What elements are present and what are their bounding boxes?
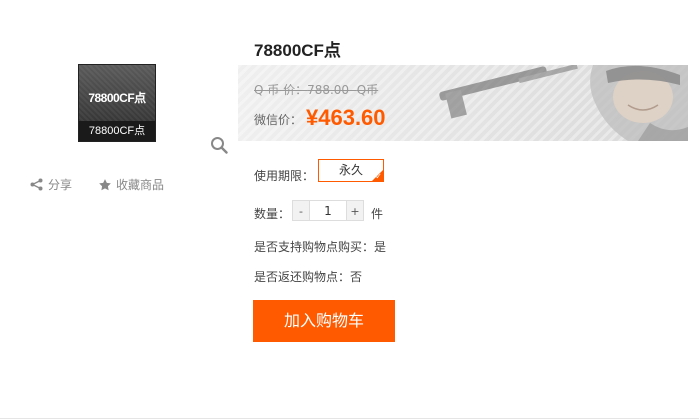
add-to-cart-button[interactable]: 加入购物车 xyxy=(253,300,395,342)
star-icon xyxy=(99,178,111,190)
product-thumbnail[interactable]: 78800CF点 78800CF点 xyxy=(78,64,156,142)
share-icon xyxy=(30,178,43,191)
favorite-button[interactable]: 收藏商品 xyxy=(98,176,164,193)
banner-artwork xyxy=(439,65,688,141)
period-label: 使用期限： xyxy=(254,169,315,183)
q-coin-price: Q 币 价：788.00 Q币 xyxy=(254,81,378,98)
quantity-minus-button[interactable]: - xyxy=(292,200,310,221)
quantity-unit: 件 xyxy=(371,207,384,221)
quantity-label: 数量： xyxy=(254,207,291,221)
thumbnail-text: 78800CF点 xyxy=(88,91,146,105)
zoom-icon[interactable] xyxy=(210,136,228,154)
thumbnail-caption: 78800CF点 xyxy=(79,121,155,141)
q-price-unit: Q币 xyxy=(356,83,379,97)
share-button[interactable]: 分享 xyxy=(30,176,72,193)
support-points-text: 是否支持购物点购买：是 xyxy=(254,240,387,254)
wechat-price-label: 微信价： xyxy=(254,113,303,127)
checkmark-icon: ✓ xyxy=(375,172,382,181)
period-option-permanent[interactable]: 永久 ✓ xyxy=(318,159,384,182)
quantity-stepper: - + xyxy=(292,200,364,221)
q-price-label: Q 币 价： xyxy=(254,83,308,97)
period-option-label: 永久 xyxy=(338,163,363,177)
price-panel: Q 币 价：788.00 Q币 微信价： ¥463.60 xyxy=(238,65,688,141)
q-price-value: 788.00 xyxy=(307,83,350,97)
favorite-label: 收藏商品 xyxy=(116,178,165,192)
share-label: 分享 xyxy=(48,178,73,192)
wechat-price-value: ¥463.60 xyxy=(306,105,386,130)
return-points-text: 是否返还购物点：否 xyxy=(254,270,363,284)
quantity-plus-button[interactable]: + xyxy=(346,200,364,221)
quantity-input[interactable] xyxy=(310,200,346,221)
product-title: 78800CF点 xyxy=(254,41,341,60)
